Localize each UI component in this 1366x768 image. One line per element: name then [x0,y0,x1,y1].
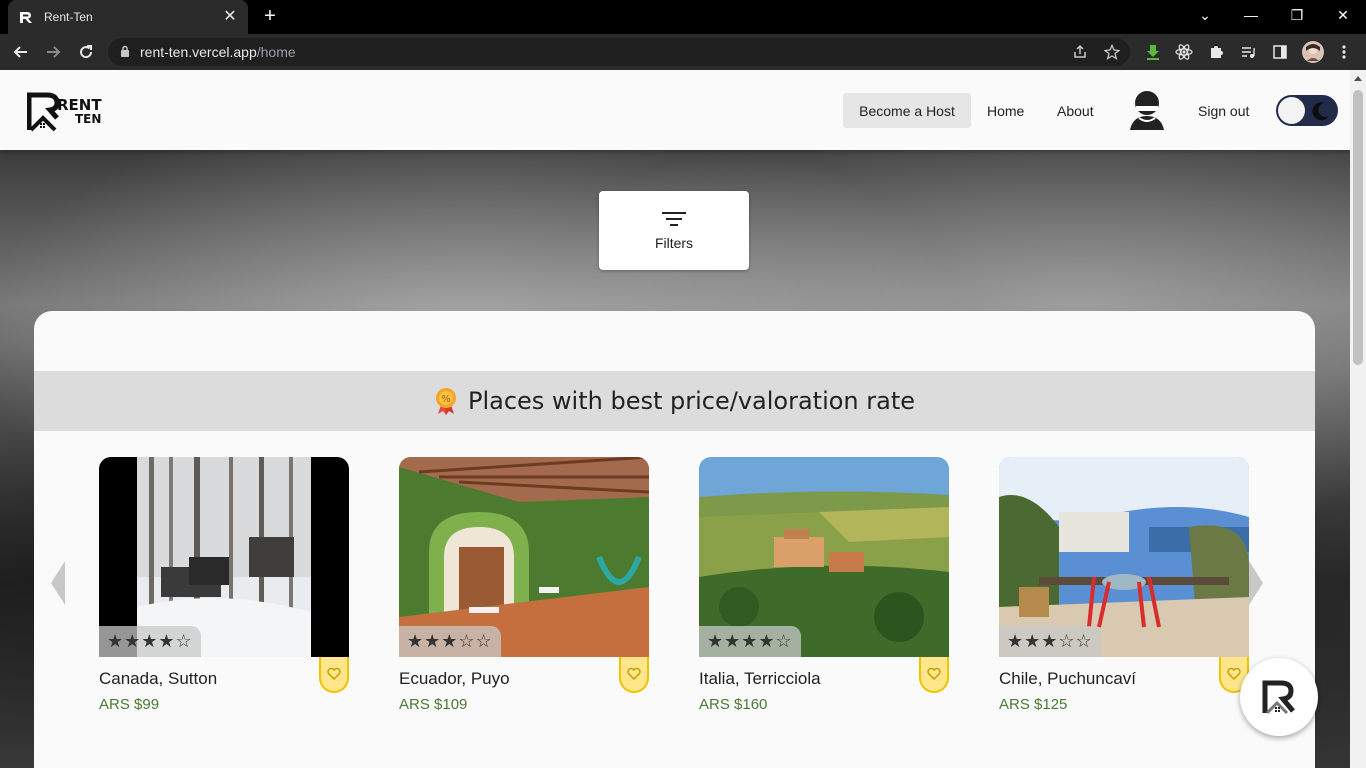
url-host: rent-ten.vercel.app [140,44,257,60]
rating-stars: ★★★★☆ [99,626,201,657]
browser-menu-icon[interactable] [1334,42,1354,62]
restore-icon[interactable]: ❐ [1274,0,1320,30]
scroll-up-icon[interactable] [1354,76,1362,81]
browser-tabbar: Rent-Ten ✕ + ⌄ — ❐ ✕ [0,0,1366,34]
minimize-icon[interactable]: — [1228,0,1274,30]
favorite-heart-icon[interactable] [319,657,349,693]
moon-icon [1312,102,1329,121]
tab-search-icon[interactable]: ⌄ [1182,0,1228,30]
rent-ten-favicon-icon [18,9,34,25]
filters-label: Filters [654,234,694,251]
page-viewport: RENT TEN Become a Host Home About Sign o… [0,70,1350,768]
favorite-heart-icon[interactable] [919,657,949,693]
toggle-knob [1278,97,1305,124]
window-close-icon[interactable]: ✕ [1320,0,1366,30]
listing-place: Chile, Puchuncaví [999,669,1137,688]
address-bar[interactable]: rent-ten.vercel.app/home [108,38,1130,66]
url-path: /home [256,44,296,60]
dark-mode-toggle[interactable] [1276,95,1338,126]
forward-icon[interactable] [41,40,65,64]
rent-ten-logo-icon [1262,680,1295,715]
listing-price: ARS $125 [999,696,1068,713]
share-icon[interactable] [1070,42,1090,62]
listing-place: Italia, Terricciola [699,669,821,688]
listing-price: ARS $160 [699,696,768,713]
listing-place: Ecuador, Puyo [399,669,510,688]
tab-title: Rent-Ten [44,10,93,24]
filters-button[interactable]: Filters [599,191,749,270]
new-tab-icon[interactable]: + [260,6,280,26]
listing-place: Canada, Sutton [99,669,218,688]
listing-price: ARS $99 [99,696,160,713]
rating-stars: ★★★☆☆ [399,626,501,657]
back-icon[interactable] [9,40,33,64]
svg-text:%: % [441,394,451,405]
browser-tab[interactable]: Rent-Ten ✕ [8,0,248,34]
badge-medal-icon: % [435,388,456,415]
listing-card[interactable]: ★★★★☆ Canada, Sutton ARS $99 [99,457,349,727]
listing-price: ARS $109 [399,696,468,713]
rating-stars: ★★★★☆ [699,626,801,657]
carousel-next-icon[interactable] [1249,561,1263,605]
bookmark-star-icon[interactable] [1102,42,1122,62]
media-playlist-icon[interactable] [1238,42,1258,62]
logo-text-bottom: TEN [75,112,101,126]
rent-ten-chat-fab[interactable] [1240,658,1318,736]
download-extension-icon[interactable] [1143,42,1163,62]
browser-toolbar: rent-ten.vercel.app/home [0,34,1366,70]
section-header: % Places with best price/valoration rate [34,371,1315,431]
close-tab-icon[interactable]: ✕ [222,9,238,25]
sign-out-button[interactable]: Sign out [1182,93,1265,128]
side-panel-icon[interactable] [1270,42,1290,62]
listings-panel: % Places with best price/valoration rate [34,311,1315,768]
rent-ten-logo[interactable]: RENT TEN [26,90,111,132]
listing-card[interactable]: ★★★★☆ Italia, Terricciola ARS $160 [699,457,949,727]
about-link[interactable]: About [1041,93,1110,128]
home-link[interactable]: Home [971,93,1040,128]
page-scrollbar[interactable] [1350,70,1366,768]
favorite-heart-icon[interactable] [619,657,649,693]
listing-card[interactable]: ★★★☆☆ Chile, Puchuncaví ARS $125 [999,457,1249,727]
user-avatar-icon[interactable] [1127,90,1167,132]
section-title: Places with best price/valoration rate [467,387,916,415]
listing-card[interactable]: ★★★☆☆ Ecuador, Puyo ARS $109 [399,457,649,727]
site-header: RENT TEN Become a Host Home About Sign o… [0,70,1350,150]
filter-icon [662,211,686,226]
profile-avatar-icon[interactable] [1302,41,1324,63]
lock-icon [120,44,130,60]
reload-icon[interactable] [74,40,98,64]
carousel-prev-icon[interactable] [51,561,65,605]
extensions-puzzle-icon[interactable] [1206,42,1226,62]
become-host-button[interactable]: Become a Host [843,93,971,128]
rating-stars: ★★★☆☆ [999,626,1101,657]
scrollbar-thumb[interactable] [1353,90,1363,365]
react-devtools-icon[interactable] [1174,42,1194,62]
